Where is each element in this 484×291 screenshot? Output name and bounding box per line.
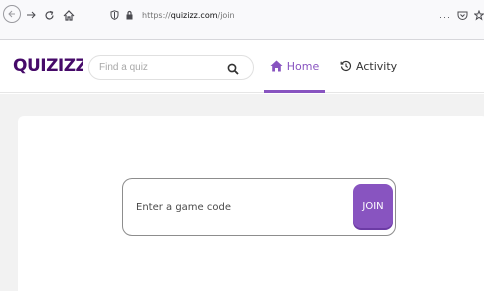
bookmark-star-icon[interactable] (473, 8, 484, 26)
tab-activity-label: Activity (356, 60, 398, 73)
reload-button[interactable] (41, 6, 57, 24)
game-code-input[interactable] (136, 201, 346, 213)
history-icon (340, 60, 352, 72)
tab-home-label: Home (286, 60, 320, 73)
search-icon[interactable] (227, 62, 239, 80)
address-bar[interactable]: https://quizizz.com/join ··· (108, 4, 484, 26)
pocket-icon[interactable] (457, 8, 468, 26)
quiz-search-box (88, 55, 254, 80)
quizizz-logo[interactable]: QUIZIZZ (13, 53, 88, 77)
quiz-search-input[interactable] (99, 62, 229, 73)
home-icon (270, 60, 283, 72)
shield-icon[interactable] (108, 9, 120, 21)
reload-icon (44, 10, 54, 19)
home-icon (63, 9, 75, 21)
lock-icon[interactable] (123, 9, 135, 21)
join-button[interactable]: JOIN (353, 184, 393, 228)
forward-arrow-icon (26, 11, 36, 19)
svg-text:QUIZIZZ: QUIZIZZ (13, 56, 83, 76)
join-game-box: JOIN (122, 178, 396, 236)
tab-home[interactable]: Home (264, 55, 325, 93)
game-code-field (128, 184, 353, 230)
url-text: https://quizizz.com/join (142, 10, 235, 20)
join-card: JOIN (18, 116, 484, 291)
back-arrow-icon (8, 10, 15, 18)
tab-activity[interactable]: Activity (340, 55, 397, 93)
browser-home-button[interactable] (61, 6, 77, 24)
main-content: JOIN (0, 94, 484, 291)
browser-toolbar: https://quizizz.com/join ··· (0, 0, 484, 40)
page-actions-menu[interactable]: ··· (439, 12, 451, 22)
url-actions: ··· (439, 8, 484, 26)
forward-button[interactable] (23, 6, 39, 24)
app-header: QUIZIZZ Home Activity (0, 41, 484, 93)
back-button[interactable] (3, 5, 21, 23)
